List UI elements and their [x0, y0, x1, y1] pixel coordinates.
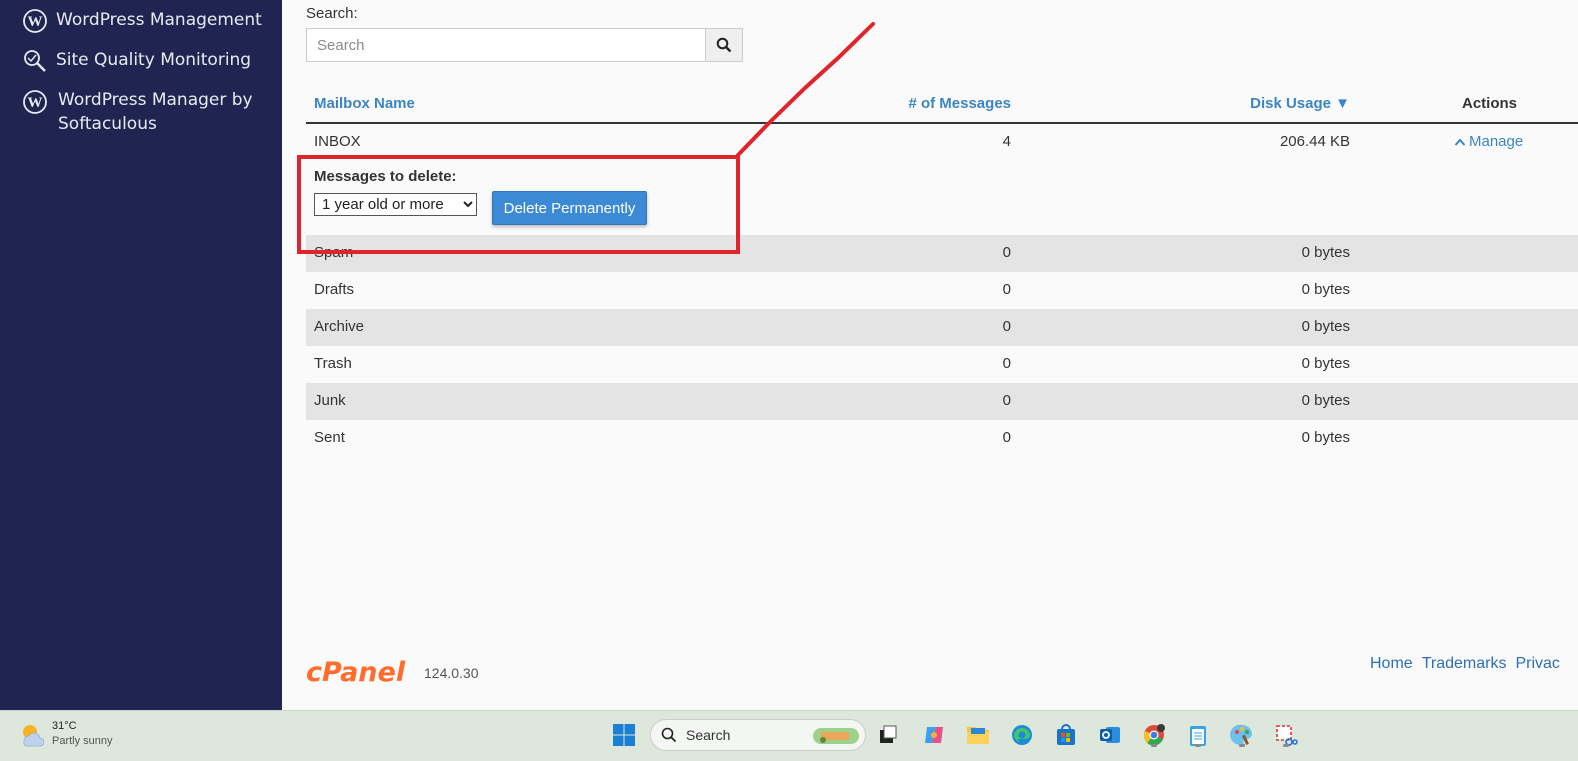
message-count: 0	[1002, 281, 1011, 298]
notepad-button[interactable]	[1184, 721, 1212, 749]
sidebar-item-label: Site Quality Monitoring	[56, 50, 252, 70]
table-row: Archive 0 0 bytes	[306, 309, 1578, 346]
mailbox-table: Mailbox Name # of Messages Disk Usage ▼ …	[306, 86, 1578, 457]
mailbox-name: Drafts	[314, 281, 355, 298]
search-group	[306, 28, 743, 62]
search-icon	[716, 37, 732, 53]
footer-link-privacy[interactable]: Privac	[1515, 655, 1559, 672]
mailbox-name: Archive	[314, 318, 365, 335]
table-row: Trash 0 0 bytes	[306, 346, 1578, 383]
column-disk-usage[interactable]: Disk Usage ▼	[1250, 95, 1350, 112]
disk-usage: 0 bytes	[1301, 281, 1350, 298]
column-mailbox-name[interactable]: Mailbox Name	[314, 95, 415, 112]
taskbar-search[interactable]: Search	[650, 719, 866, 751]
cpanel-version: 124.0.30	[424, 665, 479, 681]
task-view-button[interactable]	[874, 721, 902, 749]
footer-link-trademarks[interactable]: Trademarks	[1422, 655, 1507, 672]
running-indicator	[1239, 744, 1245, 747]
folder-icon	[967, 727, 989, 744]
outlook-icon	[1100, 727, 1120, 743]
weather-desc: Partly sunny	[52, 735, 113, 747]
mailbox-name: INBOX	[314, 133, 361, 150]
search-icon	[661, 727, 677, 743]
file-explorer-button[interactable]	[964, 721, 992, 749]
edge-button[interactable]	[1008, 721, 1036, 749]
disk-usage: 0 bytes	[1301, 355, 1350, 372]
store-button[interactable]	[1052, 721, 1080, 749]
column-actions: Actions	[1462, 95, 1518, 112]
manage-label: Manage	[1469, 133, 1524, 150]
paint-button[interactable]	[1228, 721, 1256, 749]
message-count: 0	[1002, 355, 1011, 372]
copilot-button[interactable]	[920, 721, 948, 749]
start-button[interactable]	[610, 721, 638, 749]
sidebar-item-label: WordPress Manager by	[58, 90, 253, 110]
chrome-button[interactable]	[1140, 721, 1168, 749]
cpanel-logo-text: cPanel	[306, 657, 406, 686]
taskbar-search-label: Search	[686, 727, 731, 743]
search-label: Search:	[306, 5, 358, 22]
message-count: 0	[1002, 392, 1011, 409]
chevron-up-icon	[1454, 138, 1466, 146]
mailbox-name: Junk	[314, 392, 346, 409]
svg-text:W: W	[28, 14, 43, 30]
outlook-button[interactable]	[1096, 721, 1124, 749]
message-count: 0	[1002, 244, 1011, 261]
mailbox-name: Trash	[314, 355, 352, 372]
snipping-tool-button[interactable]	[1272, 721, 1300, 749]
weather-widget[interactable]: 31°C Partly sunny	[18, 719, 113, 749]
disk-usage: 0 bytes	[1301, 318, 1350, 335]
table-row: Drafts 0 0 bytes	[306, 272, 1578, 309]
disk-usage: 0 bytes	[1301, 244, 1350, 261]
copilot-icon	[925, 727, 943, 743]
partly-sunny-icon	[23, 725, 44, 747]
sidebar-item-site-quality-monitoring[interactable]: Site Quality Monitoring	[22, 48, 251, 74]
annotation-highlight-box	[297, 155, 740, 254]
sidebar-item-label-line2: Softaculous	[58, 114, 157, 134]
column-messages[interactable]: # of Messages	[908, 95, 1011, 112]
footer-link-home[interactable]: Home	[1370, 655, 1413, 672]
table-row: Sent 0 0 bytes	[306, 420, 1578, 457]
search-button[interactable]	[705, 28, 743, 62]
weather-temp: 31°C	[52, 720, 77, 732]
sidebar-item-wordpress-manager-softaculous[interactable]: W WordPress Manager by Softaculous	[22, 88, 253, 136]
running-indicator	[1195, 744, 1201, 747]
table-row: Junk 0 0 bytes	[306, 383, 1578, 420]
svg-text:W: W	[28, 95, 43, 111]
windows-taskbar: 31°C Partly sunny Search	[0, 710, 1578, 761]
search-input[interactable]	[306, 28, 705, 62]
search-highlight-icon	[813, 728, 859, 744]
sidebar-item-label: WordPress Management	[56, 10, 262, 30]
sidebar-item-wordpress-management[interactable]: W WordPress Management	[22, 8, 262, 34]
edge-icon	[1012, 725, 1032, 745]
running-indicator	[1283, 744, 1289, 747]
task-view-icon	[880, 725, 897, 743]
message-count: 0	[1002, 429, 1011, 446]
message-count: 4	[1002, 133, 1011, 150]
cpanel-logo: cPanel	[306, 656, 424, 691]
footer-links: Home Trademarks Privac	[1370, 655, 1569, 673]
wordpress-icon: W	[22, 89, 48, 115]
disk-usage: 0 bytes	[1301, 429, 1350, 446]
sidebar: W WordPress Management Site Quality Moni…	[0, 0, 282, 710]
store-icon	[1057, 724, 1075, 745]
message-count: 0	[1002, 318, 1011, 335]
disk-usage: 0 bytes	[1301, 392, 1350, 409]
windows-logo-icon	[613, 724, 635, 746]
magnifier-icon	[22, 48, 48, 74]
table-header: Mailbox Name # of Messages Disk Usage ▼ …	[306, 86, 1578, 124]
manage-link[interactable]: Manage	[1454, 133, 1523, 150]
wordpress-icon: W	[22, 8, 48, 34]
disk-usage: 206.44 KB	[1279, 133, 1350, 150]
mailbox-name: Sent	[314, 429, 345, 446]
running-indicator	[1151, 744, 1157, 747]
